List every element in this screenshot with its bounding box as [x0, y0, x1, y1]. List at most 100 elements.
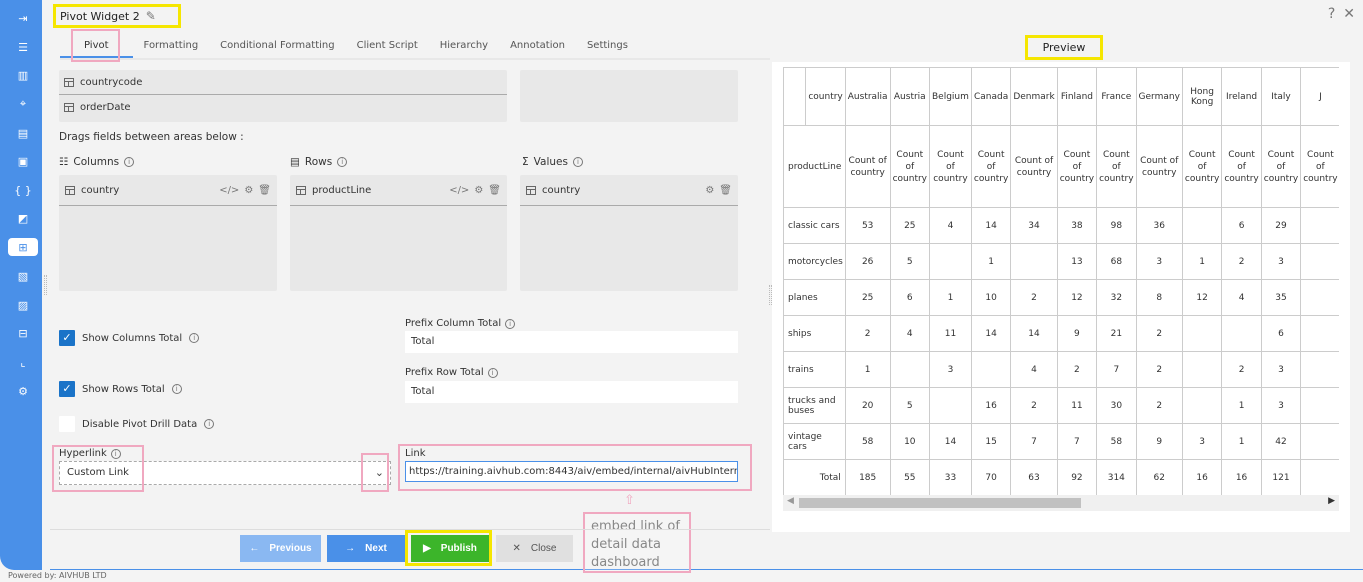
rows-area[interactable]: productLine </> ⚙ 🗑 — [290, 175, 507, 291]
field-item[interactable]: orderDate — [59, 95, 507, 120]
value-cell[interactable]: 38 — [1056, 207, 1098, 244]
value-cell[interactable] — [1221, 315, 1262, 352]
value-cell[interactable] — [1010, 243, 1058, 280]
value-cell[interactable]: 2 — [1135, 315, 1183, 352]
word-icon[interactable]: ▨ — [8, 296, 38, 314]
country-header[interactable]: Finland — [1056, 67, 1098, 126]
trash-icon[interactable]: 🗑 — [488, 185, 501, 196]
scroll-right-icon[interactable]: ▶ — [1328, 496, 1335, 506]
value-cell[interactable]: 14 — [970, 207, 1012, 244]
columns-field-item[interactable]: country </> ⚙ 🗑 — [59, 175, 277, 206]
value-cell[interactable] — [1300, 207, 1339, 244]
value-cell[interactable] — [1181, 315, 1223, 352]
hierarchy-icon[interactable]: ⊟ — [8, 324, 38, 342]
field-item[interactable]: countrycode — [59, 70, 507, 95]
country-header[interactable]: Denmark — [1010, 67, 1058, 126]
value-cell[interactable]: 2 — [1135, 351, 1183, 388]
value-cell[interactable] — [1181, 207, 1223, 244]
value-cell[interactable]: 1 — [1221, 387, 1262, 424]
value-cell[interactable]: 1 — [1181, 243, 1223, 280]
value-cell[interactable]: 15 — [970, 423, 1012, 460]
value-cell[interactable]: 10 — [970, 279, 1012, 316]
code-icon[interactable]: </> — [449, 185, 469, 196]
value-cell[interactable]: 5 — [889, 243, 931, 280]
value-cell[interactable]: 7 — [1056, 423, 1098, 460]
value-cell[interactable]: 21 — [1096, 315, 1137, 352]
code-icon[interactable]: </> — [219, 185, 239, 196]
value-cell[interactable] — [1300, 243, 1339, 280]
value-cell[interactable]: 14 — [970, 315, 1012, 352]
country-header[interactable]: Australia — [844, 67, 891, 126]
prefix-column-total-input[interactable]: Total — [405, 331, 738, 353]
value-cell[interactable]: 6 — [1221, 207, 1262, 244]
country-header[interactable]: J — [1300, 67, 1339, 126]
country-header[interactable]: Belgium — [929, 67, 972, 126]
value-cell[interactable]: 25 — [844, 279, 891, 316]
previous-button[interactable]: ← Previous — [240, 535, 321, 562]
value-cell[interactable]: 2 — [1056, 351, 1098, 388]
value-cell[interactable]: 12 — [1056, 279, 1098, 316]
prefix-row-total-input[interactable]: Total — [405, 381, 738, 403]
next-button[interactable]: → Next — [327, 535, 405, 562]
value-cell[interactable]: 58 — [844, 423, 891, 460]
tab-formatting[interactable]: Formatting — [133, 36, 210, 58]
trash-icon[interactable]: 🗑 — [258, 185, 271, 196]
info-icon[interactable]: i — [204, 419, 215, 429]
info-icon[interactable]: i — [124, 157, 135, 167]
id-card-icon[interactable]: ▣ — [8, 152, 38, 170]
value-cell[interactable]: 4 — [929, 207, 972, 244]
sidebar-resize-handle[interactable] — [44, 275, 47, 295]
value-cell[interactable]: 11 — [1056, 387, 1098, 424]
column-field-header[interactable]: country — [805, 67, 846, 126]
excel-icon[interactable]: ▧ — [8, 267, 38, 285]
value-cell[interactable]: 26 — [844, 243, 891, 280]
value-cell[interactable]: 7 — [1096, 351, 1137, 388]
value-cell[interactable]: 6 — [889, 279, 931, 316]
country-header[interactable]: Hong Kong — [1181, 67, 1223, 126]
close-icon[interactable]: ✕ — [1343, 6, 1355, 22]
info-icon[interactable]: i — [337, 157, 348, 167]
rows-field-item[interactable]: productLine </> ⚙ 🗑 — [290, 175, 507, 206]
report-icon[interactable]: ▤ — [8, 124, 38, 142]
scroll-left-icon[interactable]: ◀ — [787, 496, 794, 506]
list-icon[interactable]: ☰ — [8, 38, 38, 56]
row-field-header[interactable]: productLine — [783, 125, 846, 208]
value-cell[interactable]: 25 — [889, 207, 931, 244]
value-cell[interactable]: 3 — [1260, 243, 1302, 280]
value-cell[interactable]: 13 — [1056, 243, 1098, 280]
filters-area[interactable] — [520, 70, 738, 122]
ai-chip-icon[interactable]: ⚙ — [8, 382, 38, 400]
value-cell[interactable] — [1300, 423, 1339, 460]
value-cell[interactable] — [929, 243, 972, 280]
show-columns-total-checkbox[interactable]: ✓ — [59, 330, 75, 346]
close-button[interactable]: ✕ Close — [496, 535, 573, 562]
value-cell[interactable]: 20 — [844, 387, 891, 424]
value-cell[interactable]: 3 — [1135, 243, 1183, 280]
value-cell[interactable]: 7 — [1010, 423, 1058, 460]
row-label[interactable]: ships — [783, 315, 846, 352]
value-cell[interactable]: 36 — [1135, 207, 1183, 244]
value-cell[interactable] — [1300, 387, 1339, 424]
value-cell[interactable]: 9 — [1135, 423, 1183, 460]
value-cell[interactable]: 4 — [889, 315, 931, 352]
value-cell[interactable] — [1300, 315, 1339, 352]
value-cell[interactable]: 2 — [1221, 351, 1262, 388]
value-cell[interactable]: 30 — [1096, 387, 1137, 424]
country-header[interactable]: Italy — [1260, 67, 1302, 126]
edit-icon[interactable]: ✎ — [146, 9, 156, 23]
value-cell[interactable]: 5 — [889, 387, 931, 424]
row-label[interactable]: motorcycles — [783, 243, 846, 280]
value-cell[interactable]: 42 — [1260, 423, 1302, 460]
tab-hierarchy[interactable]: Hierarchy — [429, 36, 499, 58]
value-cell[interactable]: 3 — [1260, 351, 1302, 388]
value-cell[interactable]: 53 — [844, 207, 891, 244]
tab-settings[interactable]: Settings — [576, 36, 639, 58]
value-cell[interactable]: 8 — [1135, 279, 1183, 316]
value-cell[interactable]: 98 — [1096, 207, 1137, 244]
braces-icon[interactable]: { } — [8, 181, 38, 199]
value-cell[interactable]: 68 — [1096, 243, 1137, 280]
value-cell[interactable]: 35 — [1260, 279, 1302, 316]
value-cell[interactable]: 1 — [970, 243, 1012, 280]
value-cell[interactable]: 29 — [1260, 207, 1302, 244]
horizontal-scrollbar[interactable]: ◀ ▶ — [783, 495, 1339, 511]
